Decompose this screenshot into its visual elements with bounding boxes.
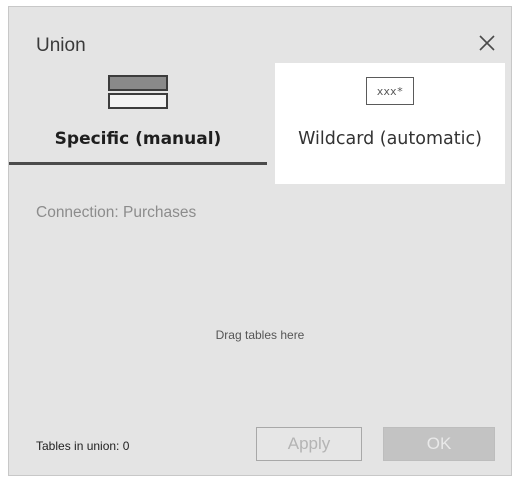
table-stack-icon bbox=[108, 75, 168, 113]
tab-label: Wildcard (automatic) bbox=[298, 129, 482, 149]
union-dialog: Union Specific (manual) xxx* Wildcard (a… bbox=[8, 6, 512, 476]
table-drop-zone[interactable]: Drag tables here bbox=[9, 237, 511, 417]
close-icon[interactable] bbox=[477, 33, 497, 53]
ok-button[interactable]: OK bbox=[383, 427, 495, 461]
tables-in-union-count: Tables in union: 0 bbox=[36, 439, 130, 453]
wildcard-icon: xxx* bbox=[366, 77, 414, 105]
apply-button[interactable]: Apply bbox=[256, 427, 362, 461]
dialog-title: Union bbox=[36, 35, 86, 56]
wildcard-icon-text: xxx* bbox=[366, 77, 414, 105]
tab-specific-manual[interactable]: Specific (manual) bbox=[9, 63, 267, 165]
drop-hint: Drag tables here bbox=[215, 328, 305, 342]
connection-label: Connection: Purchases bbox=[36, 204, 197, 221]
tab-wildcard-automatic[interactable]: xxx* Wildcard (automatic) bbox=[275, 63, 505, 184]
tab-label: Specific (manual) bbox=[54, 129, 222, 149]
